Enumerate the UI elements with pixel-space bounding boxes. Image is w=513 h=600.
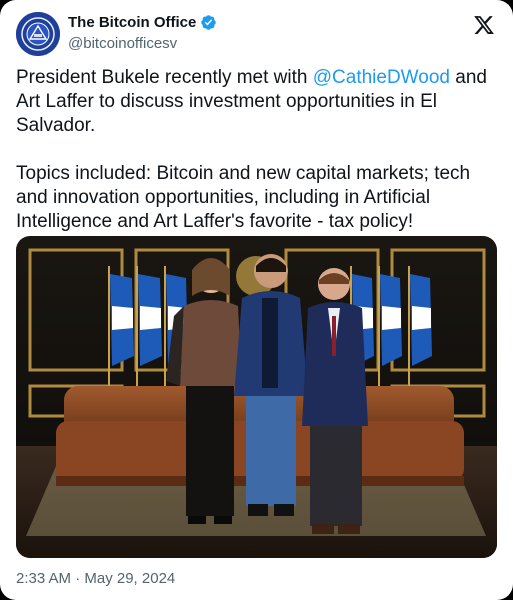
author-display-name[interactable]: The Bitcoin Office [68, 14, 196, 31]
verified-badge-icon [201, 15, 217, 30]
tweet-paragraph-2: Topics included: Bitcoin and new capital… [16, 163, 471, 232]
tweet-text-before-mention: President Bukele recently met with [16, 67, 313, 88]
tweet-photo[interactable] [16, 236, 497, 558]
meeting-photo-illustration [16, 236, 497, 558]
x-logo-icon[interactable] [473, 14, 495, 36]
tweet-text: President Bukele recently met with @Cath… [16, 66, 496, 234]
tweet-card: The Bitcoin Office @bitcoinofficesv Pres… [0, 0, 513, 600]
el-salvador-seal-icon [16, 12, 60, 56]
tweet-timestamp[interactable]: 2:33 AM · May 29, 2024 [16, 570, 175, 587]
mention-link[interactable]: @CathieDWood [313, 67, 450, 88]
avatar[interactable] [16, 12, 60, 56]
author-handle[interactable]: @bitcoinofficesv [68, 35, 177, 52]
author-name-row: The Bitcoin Office [68, 14, 217, 31]
tweet-paragraph-1: President Bukele recently met with @Cath… [16, 66, 496, 138]
